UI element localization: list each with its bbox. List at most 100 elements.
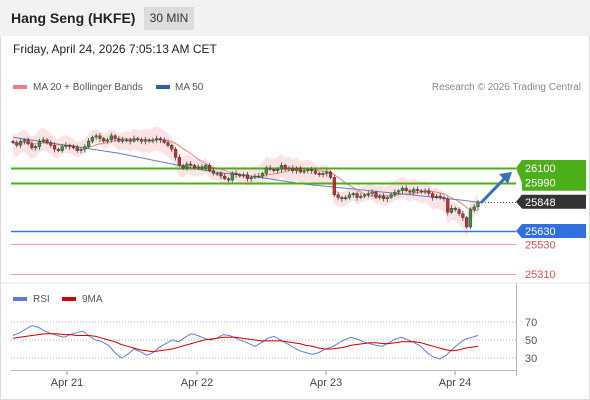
candle-body (378, 195, 382, 198)
candle-body (465, 217, 469, 228)
candle-body (173, 149, 178, 158)
candle-body (294, 167, 299, 171)
candle-body (332, 177, 336, 196)
candle-body (260, 173, 265, 177)
candle-body (143, 139, 147, 142)
candle-body (302, 170, 306, 173)
candle-body (347, 194, 352, 198)
legend-swatch-9ma (62, 297, 76, 301)
candle-body (355, 193, 359, 198)
candle-body (90, 136, 94, 142)
candle-body (226, 178, 231, 181)
candle-body (276, 169, 280, 171)
candle-body (468, 209, 473, 228)
x-tick-label: Apr 23 (310, 377, 342, 389)
level-label-25848: 25848 (525, 197, 556, 209)
candle-body (321, 173, 325, 175)
candle-body (249, 177, 253, 179)
candle-body (34, 146, 38, 149)
candle-body (397, 190, 401, 193)
candle-body (317, 173, 321, 175)
candle-body (71, 146, 76, 149)
candle-body (211, 170, 215, 174)
candle-body (306, 169, 310, 171)
x-tick-label: Apr 21 (51, 377, 83, 389)
candle-body (45, 139, 49, 143)
level-label-25530: 25530 (525, 239, 556, 251)
candle-body (52, 145, 57, 150)
candle-body (166, 142, 170, 146)
candle-body (185, 163, 189, 169)
rsi-tick-70: 70 (525, 317, 537, 329)
legend-label-ma20: MA 20 + Bollinger Bands (33, 82, 143, 93)
candle-body (132, 138, 136, 142)
candle-body (151, 139, 155, 142)
rsi-tick-50: 50 (525, 335, 537, 347)
level-label-25310: 25310 (525, 269, 556, 281)
candle-body (170, 145, 174, 150)
bollinger-band (13, 126, 478, 238)
candle-body (427, 190, 431, 194)
price-chart: MA 20 + Bollinger Bands MA 50 Research © 2… (1, 82, 589, 389)
candle-body (79, 149, 83, 151)
legend-label-ma50: MA 50 (175, 82, 204, 93)
candle-body (192, 165, 197, 169)
candle-body (49, 142, 53, 146)
candle-body (264, 167, 268, 174)
candle-body (457, 209, 461, 214)
rsi-tick-30: 30 (525, 353, 537, 365)
candle-body (234, 173, 238, 175)
candle-body (30, 143, 34, 149)
candle-body (15, 142, 19, 146)
legend-swatch-ma50 (156, 85, 170, 89)
candle-body (291, 167, 295, 171)
candle-body (83, 146, 87, 150)
candle-body (362, 194, 367, 197)
candle-body (476, 201, 480, 208)
candle-body (196, 166, 200, 169)
candle-body (105, 139, 110, 142)
candle-body (423, 190, 427, 193)
candle-body (155, 138, 159, 141)
trend-arrow-shaft (479, 175, 508, 204)
candle-body (18, 140, 23, 146)
candle-body (325, 171, 329, 174)
candle-body (336, 194, 340, 198)
candle-body (449, 208, 454, 213)
candle-body (446, 198, 450, 213)
candle-body (121, 139, 125, 142)
level-label-25630: 25630 (525, 226, 556, 238)
candle-body (75, 147, 79, 151)
candle-body (313, 170, 318, 174)
candle-body (412, 189, 416, 193)
candle-body (223, 175, 227, 179)
candle-body (351, 193, 355, 196)
candle-body (279, 165, 284, 170)
candle-body (215, 173, 219, 175)
candle-body (109, 135, 113, 141)
candle-body (272, 169, 276, 171)
candle-body (139, 139, 144, 142)
candle-body (230, 173, 234, 181)
candle-body (87, 140, 91, 147)
candle-body (189, 163, 193, 166)
candle-body (253, 175, 257, 178)
candle-body (408, 190, 412, 193)
candle-body (60, 146, 64, 151)
legend-label-rsi: RSI (33, 294, 50, 305)
candle-body (117, 138, 121, 142)
candle-body (200, 166, 204, 169)
candle-body (102, 138, 106, 142)
candle-body (177, 157, 181, 166)
candle-body (113, 135, 117, 139)
candle-body (374, 191, 378, 198)
candle-body (370, 191, 374, 194)
legend-label-9ma: 9MA (82, 294, 103, 305)
candle-body (11, 140, 15, 143)
candle-body (245, 174, 249, 179)
candle-body (37, 140, 42, 147)
candle-body (181, 165, 185, 169)
candle-body (204, 165, 208, 169)
candle-body (158, 138, 163, 141)
copyright-text: Research © 2026 Trading Central (432, 82, 581, 93)
